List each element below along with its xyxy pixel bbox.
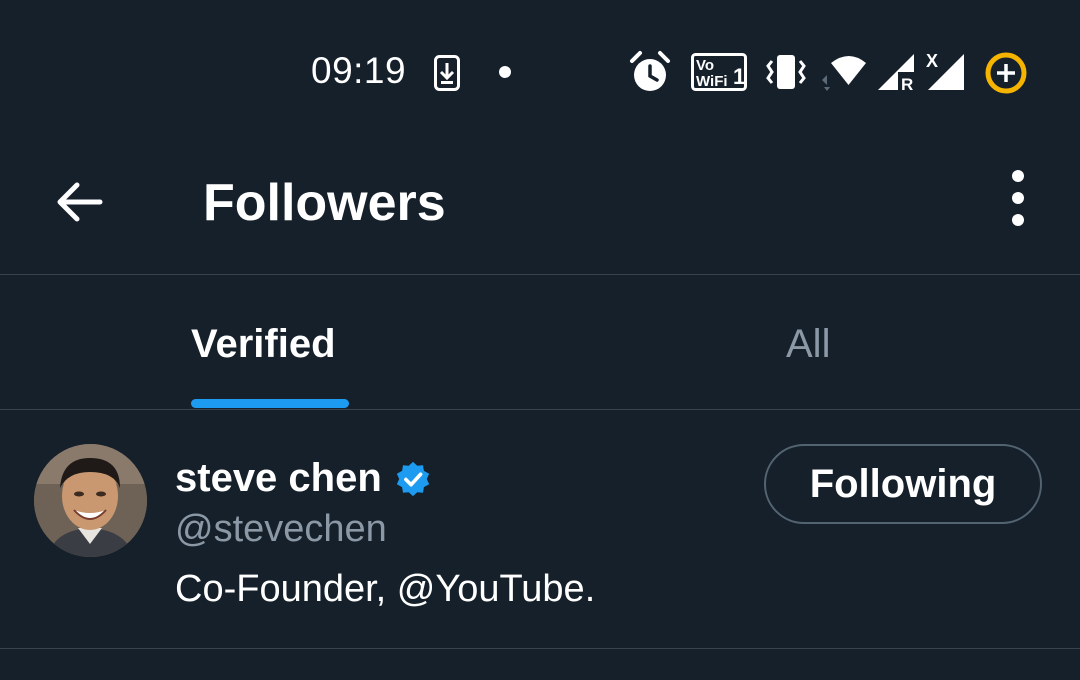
download-notification-icon — [434, 55, 460, 91]
vibrate-icon — [766, 55, 806, 89]
app-bar: Followers — [0, 140, 1080, 274]
vowifi-sim-number: 1 — [733, 64, 745, 89]
tab-verified[interactable]: Verified — [0, 275, 540, 409]
back-button[interactable] — [50, 172, 110, 232]
vowifi-text-vo: Vo — [696, 57, 714, 74]
tab-selected-indicator — [191, 399, 349, 408]
roaming-letter: R — [901, 75, 913, 92]
vowifi-icon: Vo WiFi 1 — [691, 53, 747, 91]
avatar[interactable] — [34, 444, 147, 557]
user-display-name: steve chen — [175, 456, 382, 500]
status-time: 09:19 — [311, 50, 407, 91]
user-bio: Co-Founder, @YouTube. — [175, 568, 596, 610]
profile-photo — [34, 444, 147, 557]
alarm-icon — [630, 51, 670, 91]
name-line: steve chen — [175, 456, 432, 501]
status-bar: 09:19 Vo WiFi 1 R X — [0, 0, 1080, 140]
dot-icon — [499, 66, 511, 78]
row-divider — [0, 648, 1080, 649]
tab-verified-label: Verified — [191, 322, 336, 366]
vowifi-text-wifi: WiFi — [696, 73, 728, 90]
tab-all-label: All — [786, 322, 831, 366]
no-service-letter: X — [926, 51, 938, 71]
tab-bar: Verified All — [0, 275, 1080, 409]
page-title: Followers — [203, 174, 446, 232]
more-vertical-icon — [1012, 170, 1024, 226]
following-button[interactable]: Following — [764, 444, 1042, 524]
user-handle: @stevechen — [175, 508, 387, 550]
battery-saver-icon — [985, 52, 1027, 94]
more-options-button[interactable] — [995, 168, 1041, 228]
signal-roaming-icon: R — [878, 54, 914, 92]
arrow-left-icon — [57, 182, 103, 222]
wifi-icon — [822, 56, 866, 91]
verified-badge-icon — [396, 461, 429, 496]
signal-no-service-icon: X — [926, 51, 964, 90]
tab-all[interactable]: All — [540, 275, 1080, 409]
follower-list-item[interactable]: steve chen @stevechen Co-Founder, @YouTu… — [0, 410, 1080, 648]
